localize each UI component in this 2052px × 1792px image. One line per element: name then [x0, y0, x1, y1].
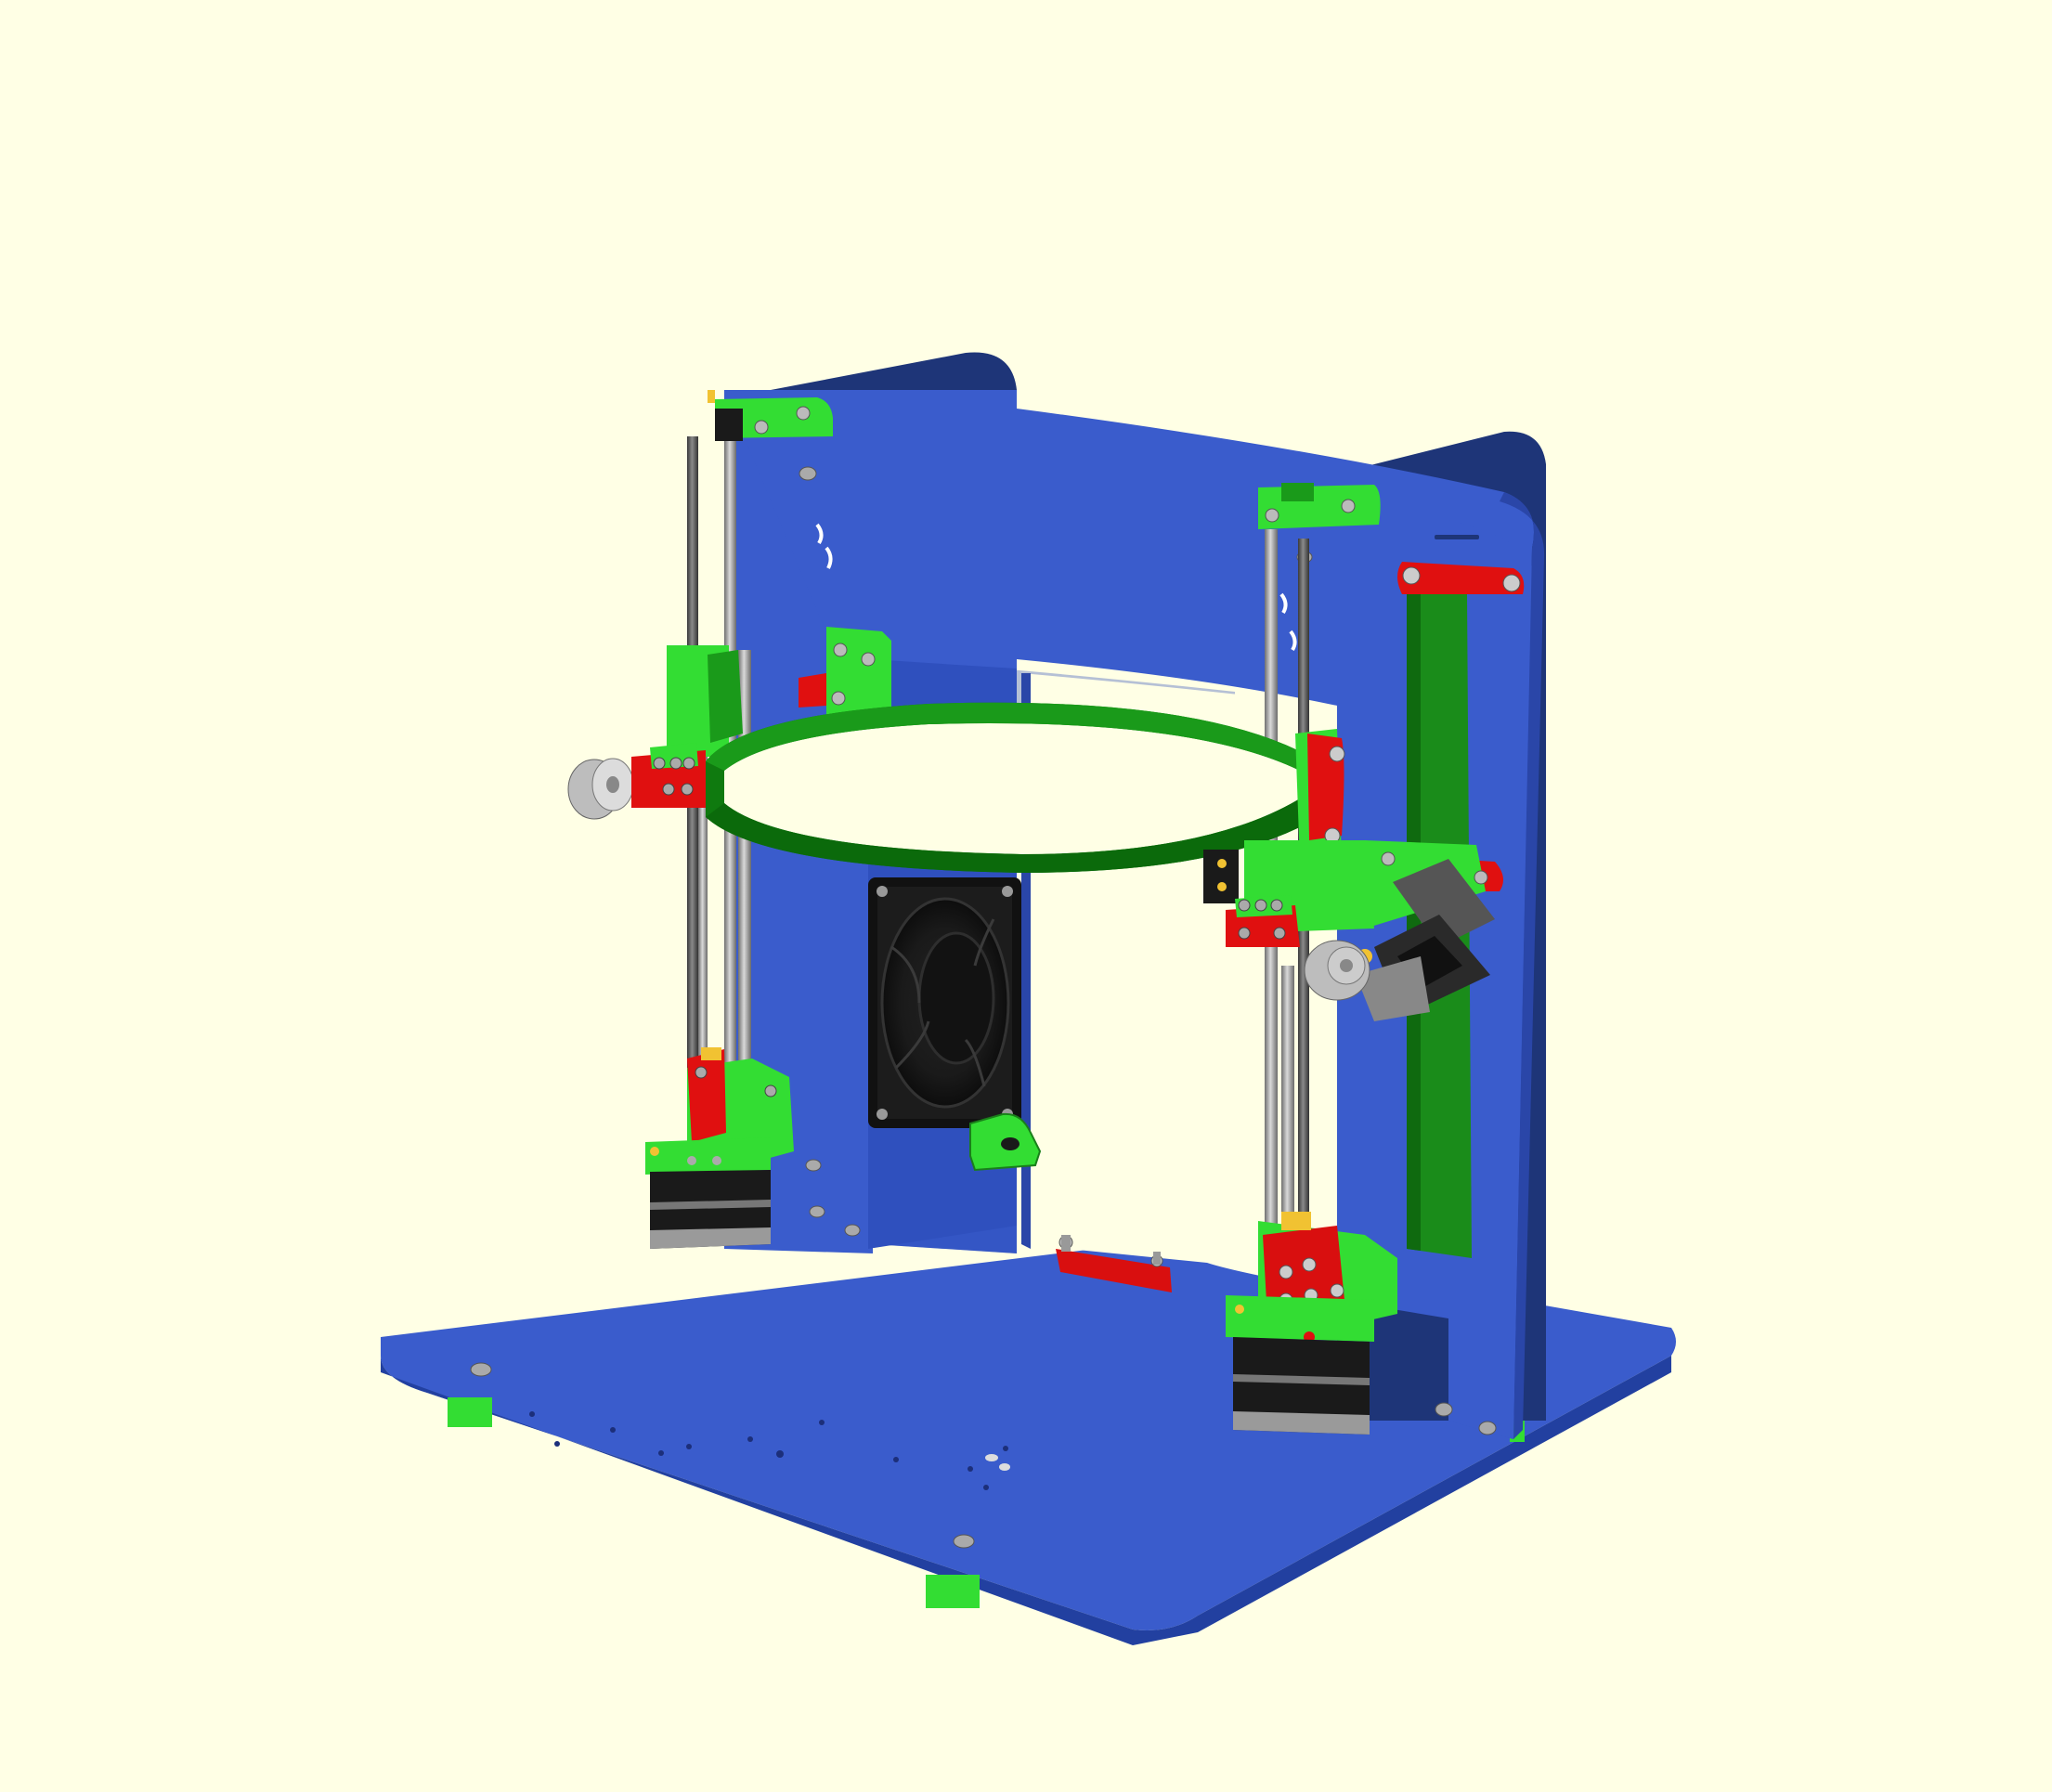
top-right-clamp: [1258, 483, 1381, 529]
slot: [1435, 535, 1479, 539]
pulley-icon: [1304, 940, 1370, 1001]
printer-model-render: [381, 352, 1676, 1645]
foot-front: [926, 1575, 980, 1608]
stepper-motor-icon: [1233, 1337, 1370, 1435]
cad-viewport[interactable]: [0, 0, 2052, 1792]
pulley-icon: [567, 758, 634, 820]
fan-icon: [868, 877, 1021, 1128]
stepper-motor-icon: [650, 1170, 771, 1249]
foot-left: [448, 1397, 492, 1427]
belt-ring: [706, 702, 1318, 873]
